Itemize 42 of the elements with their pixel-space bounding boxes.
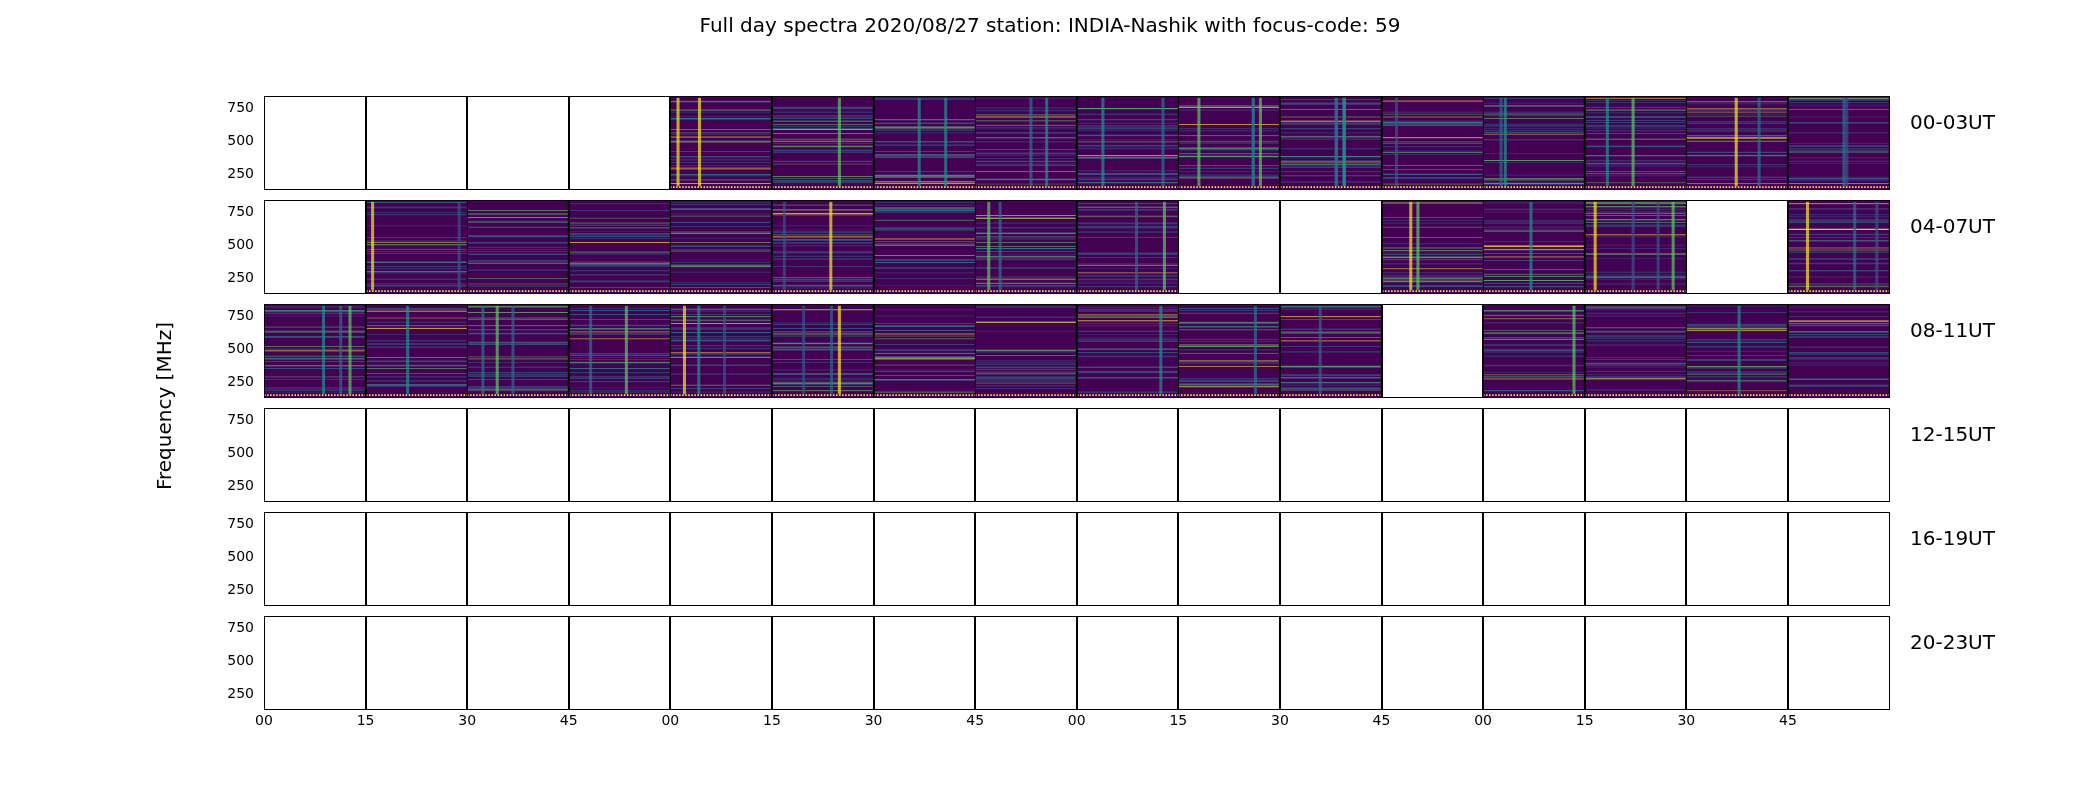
x-tick-label: 45 [559,712,578,728]
y-tick-label: 500 [227,444,254,461]
row-time-label: 16-19UT [1909,525,1995,552]
x-tick-label: 45 [1372,712,1391,728]
x-tick-label: 00 [1474,712,1493,728]
x-tick-label: 15 [356,712,375,728]
y-tick-label: 250 [227,685,254,702]
x-tick-label: 30 [864,712,883,728]
row-time-label: 08-11UT [1909,317,1995,344]
row-time-label: 20-23UT [1909,629,1995,656]
x-tick-label: 30 [1677,712,1696,728]
y-axis-label: Frequency [MHz] [152,321,176,491]
x-tick-label: 00 [255,712,273,728]
y-tick-label: 500 [227,548,254,565]
y-tick-label: 500 [227,652,254,669]
x-tick-label: 30 [458,712,477,728]
y-tick-label: 250 [227,165,254,182]
y-tick-label: 750 [227,99,254,116]
x-tick-label: 45 [966,712,985,728]
figure-title: Full day spectra 2020/08/27 station: INDIA-Nashik with focus-code: 59 [698,12,1402,39]
y-tick-label: 250 [227,581,254,598]
row-time-label: 12-15UT [1909,421,1995,448]
row-time-label: 04-07UT [1909,213,1995,240]
y-tick-label: 750 [227,307,254,324]
row-time-label: 00-03UT [1909,109,1995,136]
y-tick-label: 500 [227,236,254,253]
y-tick-label: 500 [227,340,254,357]
y-tick-label: 750 [227,619,254,636]
y-tick-label: 750 [227,203,254,220]
x-tick-label: 00 [1067,712,1086,728]
x-tick-label: 15 [763,712,781,728]
y-tick-label: 750 [227,515,254,532]
x-tick-label: 15 [1169,712,1188,728]
x-tick-label: 15 [1575,712,1594,728]
x-tick-label: 45 [1779,712,1797,728]
y-tick-label: 750 [227,411,254,428]
y-tick-label: 250 [227,477,254,494]
y-tick-label: 500 [227,132,254,149]
y-tick-label: 250 [227,269,254,286]
x-tick-label: 00 [661,712,680,728]
x-tick-label: 30 [1271,712,1289,728]
y-tick-label: 250 [227,373,254,390]
